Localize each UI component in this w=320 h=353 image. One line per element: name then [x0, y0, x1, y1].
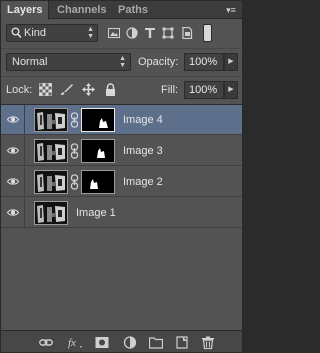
shape-filter-icon[interactable] — [162, 27, 174, 39]
eye-icon — [7, 116, 19, 123]
visibility-toggle[interactable] — [1, 167, 25, 197]
type-filter-icon[interactable] — [144, 27, 156, 39]
lock-row: Lock: Fill: 100% ▶ — [1, 76, 242, 102]
search-icon — [11, 27, 22, 39]
layers-panel: Layers Channels Paths ▾≡ Kind ▲ ▼ Normal… — [0, 0, 243, 353]
tab-layers[interactable]: Layers — [1, 1, 50, 20]
chevron-updown-icon: ▲ ▼ — [119, 55, 126, 69]
opacity-dropdown-button[interactable]: ▶ — [224, 53, 238, 71]
eye-icon — [7, 209, 19, 216]
adjustment-filter-icon[interactable] — [126, 27, 138, 39]
layer-name[interactable]: Image 1 — [76, 207, 116, 219]
filter-row: Kind ▲ ▼ — [1, 20, 242, 46]
link-layers-icon[interactable] — [39, 336, 53, 349]
new-layer-icon[interactable] — [175, 336, 189, 349]
chevron-updown-icon: ▲ ▼ — [87, 26, 94, 40]
fill-dropdown-button[interactable]: ▶ — [224, 81, 238, 99]
visibility-toggle[interactable] — [1, 198, 25, 228]
mask-link-icon[interactable] — [70, 143, 79, 159]
opacity-input[interactable]: 100% — [184, 53, 224, 71]
delete-layer-icon[interactable] — [201, 336, 215, 349]
panel-menu-icon[interactable]: ▾≡ — [224, 4, 238, 16]
layer-name[interactable]: Image 3 — [123, 145, 163, 157]
fill-label: Fill: — [161, 84, 179, 96]
adjustment-layer-icon[interactable] — [123, 336, 137, 349]
layer-row[interactable]: Image 2 — [1, 167, 242, 197]
tab-paths[interactable]: Paths — [112, 1, 154, 19]
fill-input[interactable]: 100% — [184, 81, 224, 99]
kind-filter-label: Kind — [24, 27, 47, 39]
layer-name[interactable]: Image 4 — [123, 114, 163, 126]
opacity-label: Opacity: — [138, 56, 179, 68]
lock-all-icon[interactable] — [104, 83, 117, 96]
layer-mask-thumbnail[interactable] — [81, 170, 115, 194]
filter-toggle[interactable] — [203, 24, 212, 42]
layer-row[interactable]: Image 4 — [1, 105, 242, 135]
pixel-filter-icon[interactable] — [108, 27, 120, 39]
tab-channels[interactable]: Channels — [51, 1, 113, 19]
kind-filter-select[interactable]: Kind ▲ ▼ — [6, 24, 98, 42]
panel-tab-bar: Layers Channels Paths ▾≡ — [1, 1, 242, 20]
layer-row[interactable]: Image 1 — [1, 198, 242, 228]
blend-row: Normal ▲ ▼ Opacity: 100% ▶ — [1, 48, 242, 74]
layer-name[interactable]: Image 2 — [123, 176, 163, 188]
layers-bottom-toolbar: fx — [1, 330, 242, 352]
lock-position-icon[interactable] — [82, 83, 95, 96]
visibility-toggle[interactable] — [1, 136, 25, 166]
fx-icon[interactable]: fx — [67, 336, 83, 349]
eye-icon — [7, 147, 19, 154]
new-group-icon[interactable] — [149, 336, 163, 349]
layers-list: Image 4 Image 3 Image 2 Image 1 — [1, 104, 242, 330]
mask-link-icon[interactable] — [70, 174, 79, 190]
layer-mask-thumbnail[interactable] — [81, 139, 115, 163]
svg-text:fx: fx — [68, 337, 76, 349]
layer-row[interactable]: Image 3 — [1, 136, 242, 166]
layer-thumbnail — [34, 139, 68, 163]
blend-mode-select[interactable]: Normal ▲ ▼ — [6, 53, 131, 71]
lock-transparent-icon[interactable] — [39, 83, 52, 96]
visibility-toggle[interactable] — [1, 105, 25, 135]
layer-mask-thumbnail[interactable] — [81, 108, 115, 132]
mask-link-icon[interactable] — [70, 112, 79, 128]
lock-label: Lock: — [6, 84, 33, 96]
layer-thumbnail — [34, 170, 68, 194]
add-mask-icon[interactable] — [95, 336, 109, 349]
layer-thumbnail — [34, 201, 68, 225]
blend-mode-value: Normal — [12, 56, 48, 68]
smart-object-filter-icon[interactable] — [181, 27, 193, 39]
lock-image-icon[interactable] — [60, 83, 73, 96]
layer-thumbnail — [34, 108, 68, 132]
eye-icon — [7, 178, 19, 185]
